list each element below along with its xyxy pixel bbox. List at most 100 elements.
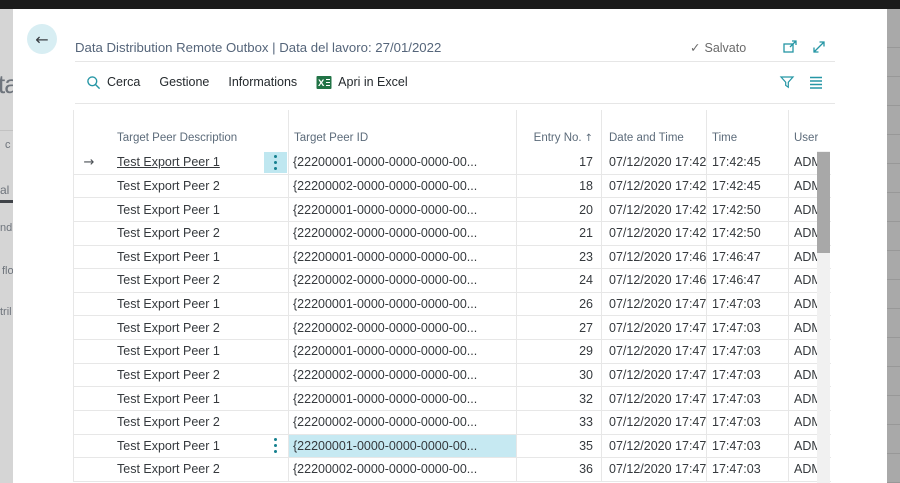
cell-target-peer-description[interactable]: Test Export Peer 2 [104,364,288,387]
table-row[interactable]: → Test Export Peer 1 {22200001-0000-0000… [73,435,831,459]
cell-date-and-time[interactable]: 07/12/2020 17:47 [601,316,706,339]
cell-target-peer-description[interactable]: Test Export Peer 2 [104,458,288,481]
cell-user-id[interactable]: ADMIN [788,340,818,363]
cell-entry-no[interactable]: 21 [516,222,601,245]
toolbar-item-gestione[interactable]: Gestione [159,75,209,89]
cell-entry-no[interactable]: 18 [516,175,601,198]
cell-entry-no[interactable]: 36 [516,458,601,481]
table-row[interactable]: → Test Export Peer 1 {22200001-0000-0000… [73,387,831,411]
expand-button[interactable] [810,38,828,56]
cell-date-and-time[interactable]: 07/12/2020 17:46 [601,269,706,292]
vertical-scrollbar[interactable] [817,151,830,483]
cell-entry-no[interactable]: 26 [516,293,601,316]
cell-target-peer-description[interactable]: Test Export Peer 1 [104,340,288,363]
cell-date-and-time[interactable]: 07/12/2020 17:47 [601,340,706,363]
cell-time[interactable]: 17:42:45 [706,151,788,174]
column-header-target-peer-description[interactable]: Target Peer Description [104,110,288,151]
cell-target-peer-id[interactable]: {22200001-0000-0000-0000-00... [288,198,516,221]
cell-target-peer-id[interactable]: {22200002-0000-0000-0000-00... [288,364,516,387]
cell-target-peer-id[interactable]: {22200002-0000-0000-0000-00... [288,411,516,434]
table-row[interactable]: → Test Export Peer 2 {22200002-0000-0000… [73,458,831,482]
cell-date-and-time[interactable]: 07/12/2020 17:47 [601,387,706,410]
cell-user-id[interactable]: ADMIN [788,458,818,481]
cell-date-and-time[interactable]: 07/12/2020 17:47 [601,364,706,387]
table-row[interactable]: → Test Export Peer 2 {22200002-0000-0000… [73,316,831,340]
cell-entry-no[interactable]: 17 [516,151,601,174]
cell-entry-no[interactable]: 32 [516,387,601,410]
column-header-target-peer-id[interactable]: Target Peer ID [288,110,516,151]
cell-target-peer-description[interactable]: Test Export Peer 2 [104,316,288,339]
column-header-time[interactable]: Time [706,110,788,151]
cell-user-id[interactable]: ADMIN [788,198,818,221]
cell-time[interactable]: 17:42:45 [706,175,788,198]
cell-entry-no[interactable]: 29 [516,340,601,363]
cell-entry-no[interactable]: 30 [516,364,601,387]
cell-target-peer-description[interactable]: Test Export Peer 2 [104,222,288,245]
cell-user-id[interactable]: ADMIN [788,364,818,387]
cell-target-peer-id[interactable]: {22200002-0000-0000-0000-00... [288,269,516,292]
cell-user-id[interactable]: ADMIN [788,435,818,458]
cell-user-id[interactable]: ADMIN [788,151,818,174]
choose-view-button[interactable] [806,73,824,91]
cell-date-and-time[interactable]: 07/12/2020 17:46 [601,246,706,269]
column-header-user-id[interactable]: User ID [788,110,818,151]
table-row[interactable]: → Test Export Peer 2 {22200002-0000-0000… [73,411,831,435]
back-button[interactable]: ← [27,24,57,54]
cell-entry-no[interactable]: 33 [516,411,601,434]
cell-entry-no[interactable]: 35 [516,435,601,458]
table-row[interactable]: → Test Export Peer 1 {22200001-0000-0000… [73,198,831,222]
cell-user-id[interactable]: ADMIN [788,269,818,292]
cell-time[interactable]: 17:46:47 [706,269,788,292]
table-row[interactable]: → Test Export Peer 2 {22200002-0000-0000… [73,175,831,199]
cell-target-peer-description[interactable]: Test Export Peer 2 [104,411,288,434]
cell-user-id[interactable]: ADMIN [788,246,818,269]
cell-time[interactable]: 17:47:03 [706,316,788,339]
cell-date-and-time[interactable]: 07/12/2020 17:42 [601,198,706,221]
cell-date-and-time[interactable]: 07/12/2020 17:47 [601,458,706,481]
cell-target-peer-id[interactable]: {22200001-0000-0000-0000-00... [288,293,516,316]
open-in-new-window-button[interactable] [781,38,799,56]
cell-target-peer-description[interactable]: Test Export Peer 2 [104,269,288,292]
cell-target-peer-description[interactable]: Test Export Peer 1 [104,435,288,458]
cell-date-and-time[interactable]: 07/12/2020 17:47 [601,411,706,434]
cell-user-id[interactable]: ADMIN [788,411,818,434]
cell-date-and-time[interactable]: 07/12/2020 17:47 [601,293,706,316]
cell-date-and-time[interactable]: 07/12/2020 17:42 [601,151,706,174]
cell-time[interactable]: 17:47:03 [706,340,788,363]
cell-target-peer-id[interactable]: {22200001-0000-0000-0000-00... [288,246,516,269]
table-row[interactable]: → Test Export Peer 1 {22200001-0000-0000… [73,246,831,270]
cell-entry-no[interactable]: 27 [516,316,601,339]
filter-button[interactable] [778,73,796,91]
toolbar-item-informations[interactable]: Informations [228,75,297,89]
cell-time[interactable]: 17:47:03 [706,387,788,410]
cell-time[interactable]: 17:42:50 [706,198,788,221]
cell-time[interactable]: 17:47:03 [706,458,788,481]
cell-entry-no[interactable]: 24 [516,269,601,292]
cell-user-id[interactable]: ADMIN [788,387,818,410]
table-row[interactable]: → Test Export Peer 2 {22200002-0000-0000… [73,269,831,293]
cell-target-peer-id[interactable]: {22200002-0000-0000-0000-00... [288,458,516,481]
cell-date-and-time[interactable]: 07/12/2020 17:42 [601,175,706,198]
cell-entry-no[interactable]: 23 [516,246,601,269]
cell-time[interactable]: 17:47:03 [706,411,788,434]
cell-target-peer-description[interactable]: Test Export Peer 1 [104,387,288,410]
cell-target-peer-description[interactable]: Test Export Peer 1 [104,151,288,174]
column-header-date-and-time[interactable]: Date and Time [601,110,706,151]
cell-time[interactable]: 17:47:03 [706,364,788,387]
table-row[interactable]: → Test Export Peer 2 {22200002-0000-0000… [73,222,831,246]
cell-target-peer-id[interactable]: {22200002-0000-0000-0000-00... [288,222,516,245]
cell-user-id[interactable]: ADMIN [788,293,818,316]
cell-user-id[interactable]: ADMIN [788,222,818,245]
cell-time[interactable]: 17:47:03 [706,293,788,316]
cell-target-peer-id[interactable]: {22200001-0000-0000-0000-00... [288,340,516,363]
cell-time[interactable]: 17:42:50 [706,222,788,245]
toolbar-item-apri-in-excel[interactable]: X Apri in Excel [316,75,407,90]
row-menu-button[interactable] [264,436,287,457]
table-row[interactable]: → Test Export Peer 1 {22200001-0000-0000… [73,293,831,317]
cell-time[interactable]: 17:46:47 [706,246,788,269]
cell-user-id[interactable]: ADMIN [788,316,818,339]
cell-target-peer-id[interactable]: {22200001-0000-0000-0000-00... [288,435,516,458]
row-menu-button[interactable] [264,152,287,173]
scrollbar-thumb[interactable] [817,152,830,253]
cell-target-peer-id[interactable]: {22200001-0000-0000-0000-00... [288,387,516,410]
